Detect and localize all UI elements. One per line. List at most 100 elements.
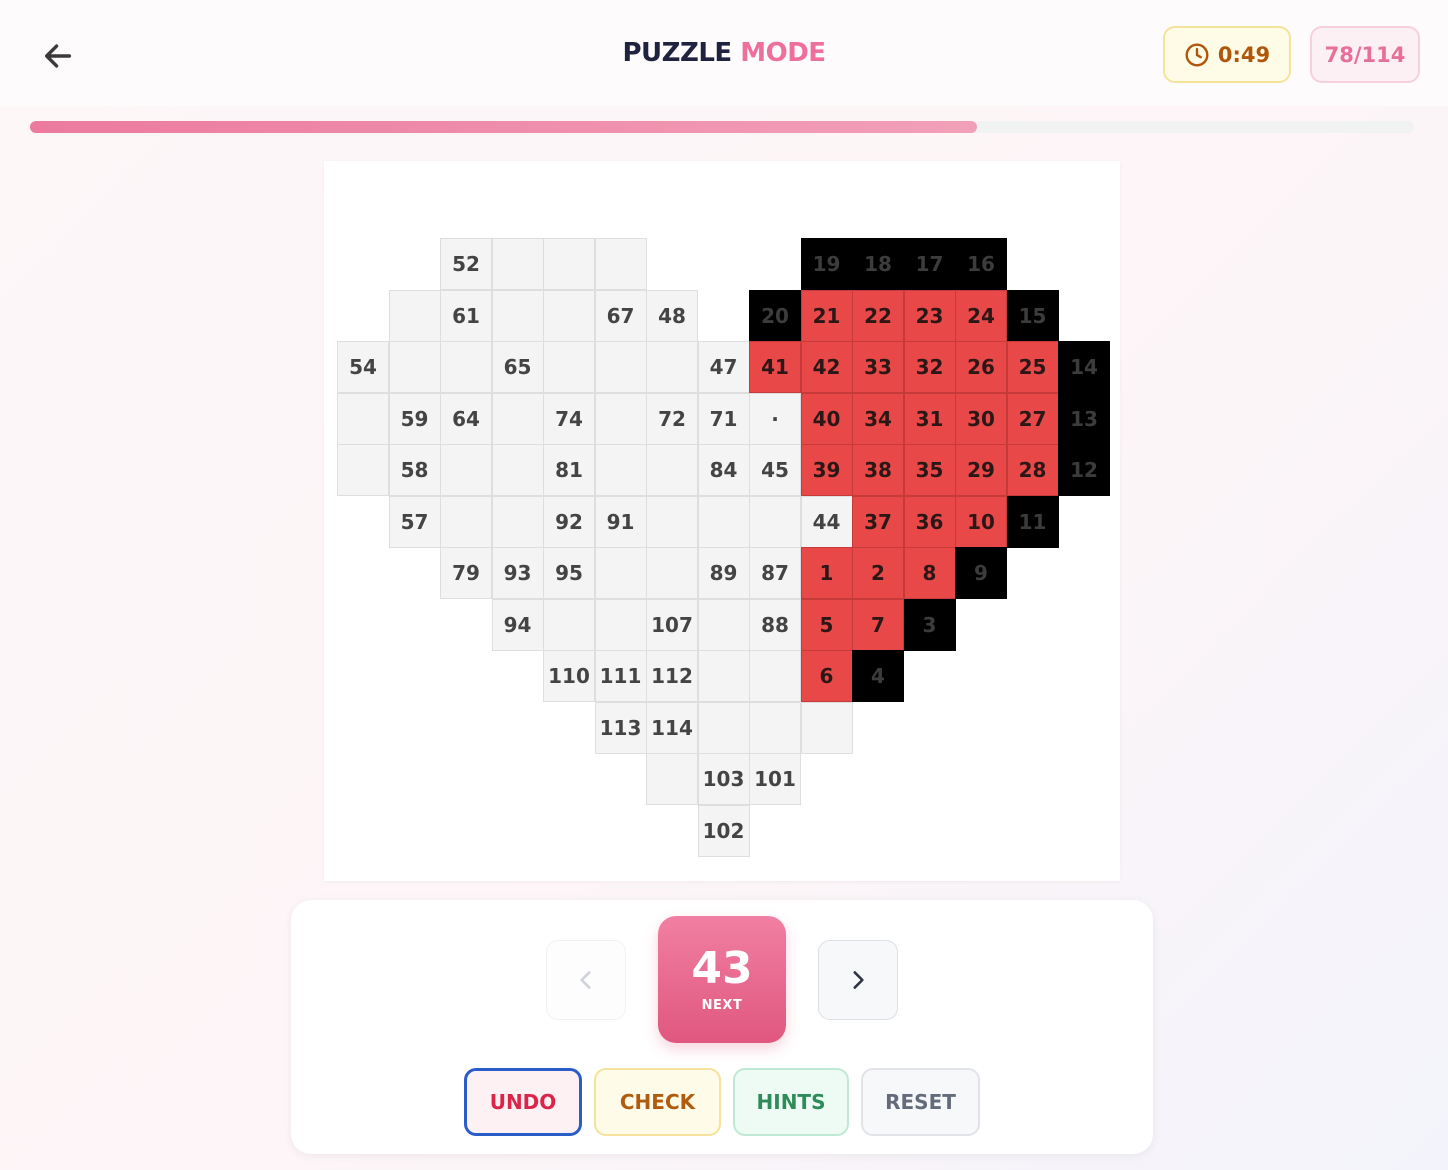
puzzle-cell[interactable] (646, 444, 698, 496)
next-number-button[interactable] (818, 940, 898, 1020)
puzzle-cell[interactable]: 30 (955, 392, 1007, 445)
puzzle-cell[interactable]: 22 (852, 289, 904, 342)
puzzle-cell[interactable]: 19 (800, 238, 853, 290)
puzzle-cell[interactable]: 41 (749, 341, 801, 393)
puzzle-cell[interactable]: 103 (697, 753, 750, 805)
puzzle-cell[interactable]: 12 (1058, 444, 1110, 496)
puzzle-cell[interactable]: 17 (903, 238, 956, 290)
puzzle-cell[interactable] (337, 444, 389, 496)
puzzle-cell[interactable]: 42 (800, 341, 853, 393)
puzzle-cell[interactable]: 4 (852, 650, 904, 702)
puzzle-cell[interactable]: 111 (594, 650, 647, 702)
puzzle-cell[interactable]: 38 (852, 444, 904, 496)
puzzle-cell[interactable]: 13 (1058, 392, 1110, 445)
puzzle-cell[interactable]: 45 (749, 444, 801, 496)
puzzle-cell[interactable]: 14 (1058, 341, 1110, 393)
puzzle-cell[interactable]: 28 (1006, 444, 1059, 496)
puzzle-cell[interactable]: · (749, 392, 801, 445)
puzzle-cell[interactable]: 74 (543, 392, 595, 445)
puzzle-cell[interactable]: 9 (955, 547, 1007, 599)
puzzle-cell[interactable]: 87 (749, 547, 801, 599)
puzzle-cell[interactable]: 72 (646, 392, 698, 445)
puzzle-cell[interactable]: 93 (491, 547, 544, 599)
puzzle-cell[interactable]: 37 (852, 495, 904, 548)
puzzle-cell[interactable] (491, 495, 544, 548)
puzzle-cell[interactable] (543, 598, 595, 651)
puzzle-cell[interactable] (800, 701, 853, 754)
puzzle-cell[interactable] (440, 444, 492, 496)
puzzle-cell[interactable]: 81 (543, 444, 595, 496)
puzzle-cell[interactable] (749, 701, 801, 754)
puzzle-cell[interactable] (388, 341, 441, 393)
puzzle-cell[interactable]: 18 (852, 238, 904, 290)
puzzle-cell[interactable] (491, 392, 544, 445)
puzzle-cell[interactable]: 47 (697, 341, 750, 393)
puzzle-cell[interactable]: 10 (955, 495, 1007, 548)
puzzle-cell[interactable]: 2 (852, 547, 904, 599)
puzzle-cell[interactable]: 20 (749, 289, 801, 342)
puzzle-cell[interactable]: 61 (440, 289, 492, 342)
puzzle-cell[interactable] (594, 598, 647, 651)
puzzle-cell[interactable]: 94 (491, 598, 544, 651)
puzzle-cell[interactable]: 101 (749, 753, 801, 805)
puzzle-cell[interactable]: 107 (646, 598, 698, 651)
puzzle-cell[interactable]: 102 (697, 804, 750, 857)
puzzle-cell[interactable]: 57 (388, 495, 441, 548)
puzzle-cell[interactable]: 91 (594, 495, 647, 548)
puzzle-cell[interactable] (646, 547, 698, 599)
puzzle-cell[interactable] (388, 289, 441, 342)
puzzle-cell[interactable]: 1 (800, 547, 853, 599)
check-button[interactable]: CHECK (594, 1068, 721, 1136)
puzzle-cell[interactable]: 48 (646, 289, 698, 342)
puzzle-cell[interactable]: 6 (800, 650, 853, 702)
puzzle-cell[interactable] (440, 341, 492, 393)
puzzle-cell[interactable]: 8 (903, 547, 956, 599)
puzzle-cell[interactable]: 40 (800, 392, 853, 445)
puzzle-cell[interactable]: 95 (543, 547, 595, 599)
puzzle-cell[interactable] (543, 289, 595, 342)
puzzle-cell[interactable]: 15 (1006, 289, 1059, 342)
puzzle-cell[interactable]: 71 (697, 392, 750, 445)
puzzle-cell[interactable] (337, 392, 389, 445)
previous-number-button[interactable] (546, 940, 626, 1020)
puzzle-cell[interactable]: 33 (852, 341, 904, 393)
puzzle-cell[interactable]: 3 (903, 598, 956, 651)
puzzle-cell[interactable] (749, 495, 801, 548)
puzzle-cell[interactable]: 34 (852, 392, 904, 445)
puzzle-cell[interactable]: 58 (388, 444, 441, 496)
puzzle-cell[interactable]: 88 (749, 598, 801, 651)
puzzle-cell[interactable]: 84 (697, 444, 750, 496)
hints-button[interactable]: HINTS (733, 1068, 849, 1136)
puzzle-cell[interactable]: 7 (852, 598, 904, 651)
reset-button[interactable]: RESET (861, 1068, 980, 1136)
puzzle-cell[interactable] (440, 495, 492, 548)
puzzle-cell[interactable]: 36 (903, 495, 956, 548)
undo-button[interactable]: UNDO (464, 1068, 582, 1136)
puzzle-cell[interactable]: 67 (594, 289, 647, 342)
puzzle-cell[interactable]: 27 (1006, 392, 1059, 445)
puzzle-cell[interactable]: 11 (1006, 495, 1059, 548)
puzzle-cell[interactable] (491, 238, 544, 290)
puzzle-cell[interactable] (594, 341, 647, 393)
puzzle-cell[interactable] (594, 444, 647, 496)
puzzle-cell[interactable]: 59 (388, 392, 441, 445)
puzzle-cell[interactable] (543, 238, 595, 290)
puzzle-cell[interactable] (491, 444, 544, 496)
puzzle-cell[interactable] (697, 495, 750, 548)
puzzle-cell[interactable] (749, 650, 801, 702)
puzzle-cell[interactable]: 31 (903, 392, 956, 445)
puzzle-cell[interactable] (646, 753, 698, 805)
puzzle-cell[interactable]: 92 (543, 495, 595, 548)
puzzle-cell[interactable]: 24 (955, 289, 1007, 342)
puzzle-cell[interactable]: 52 (440, 238, 492, 290)
puzzle-cell[interactable] (594, 392, 647, 445)
puzzle-cell[interactable]: 23 (903, 289, 956, 342)
puzzle-cell[interactable] (697, 598, 750, 651)
puzzle-cell[interactable] (697, 650, 750, 702)
puzzle-cell[interactable]: 25 (1006, 341, 1059, 393)
puzzle-cell[interactable]: 54 (337, 341, 389, 393)
current-number-tile[interactable]: 43 NEXT (658, 916, 786, 1043)
puzzle-cell[interactable]: 112 (646, 650, 698, 702)
puzzle-cell[interactable] (594, 238, 647, 290)
puzzle-cell[interactable]: 16 (955, 238, 1007, 290)
